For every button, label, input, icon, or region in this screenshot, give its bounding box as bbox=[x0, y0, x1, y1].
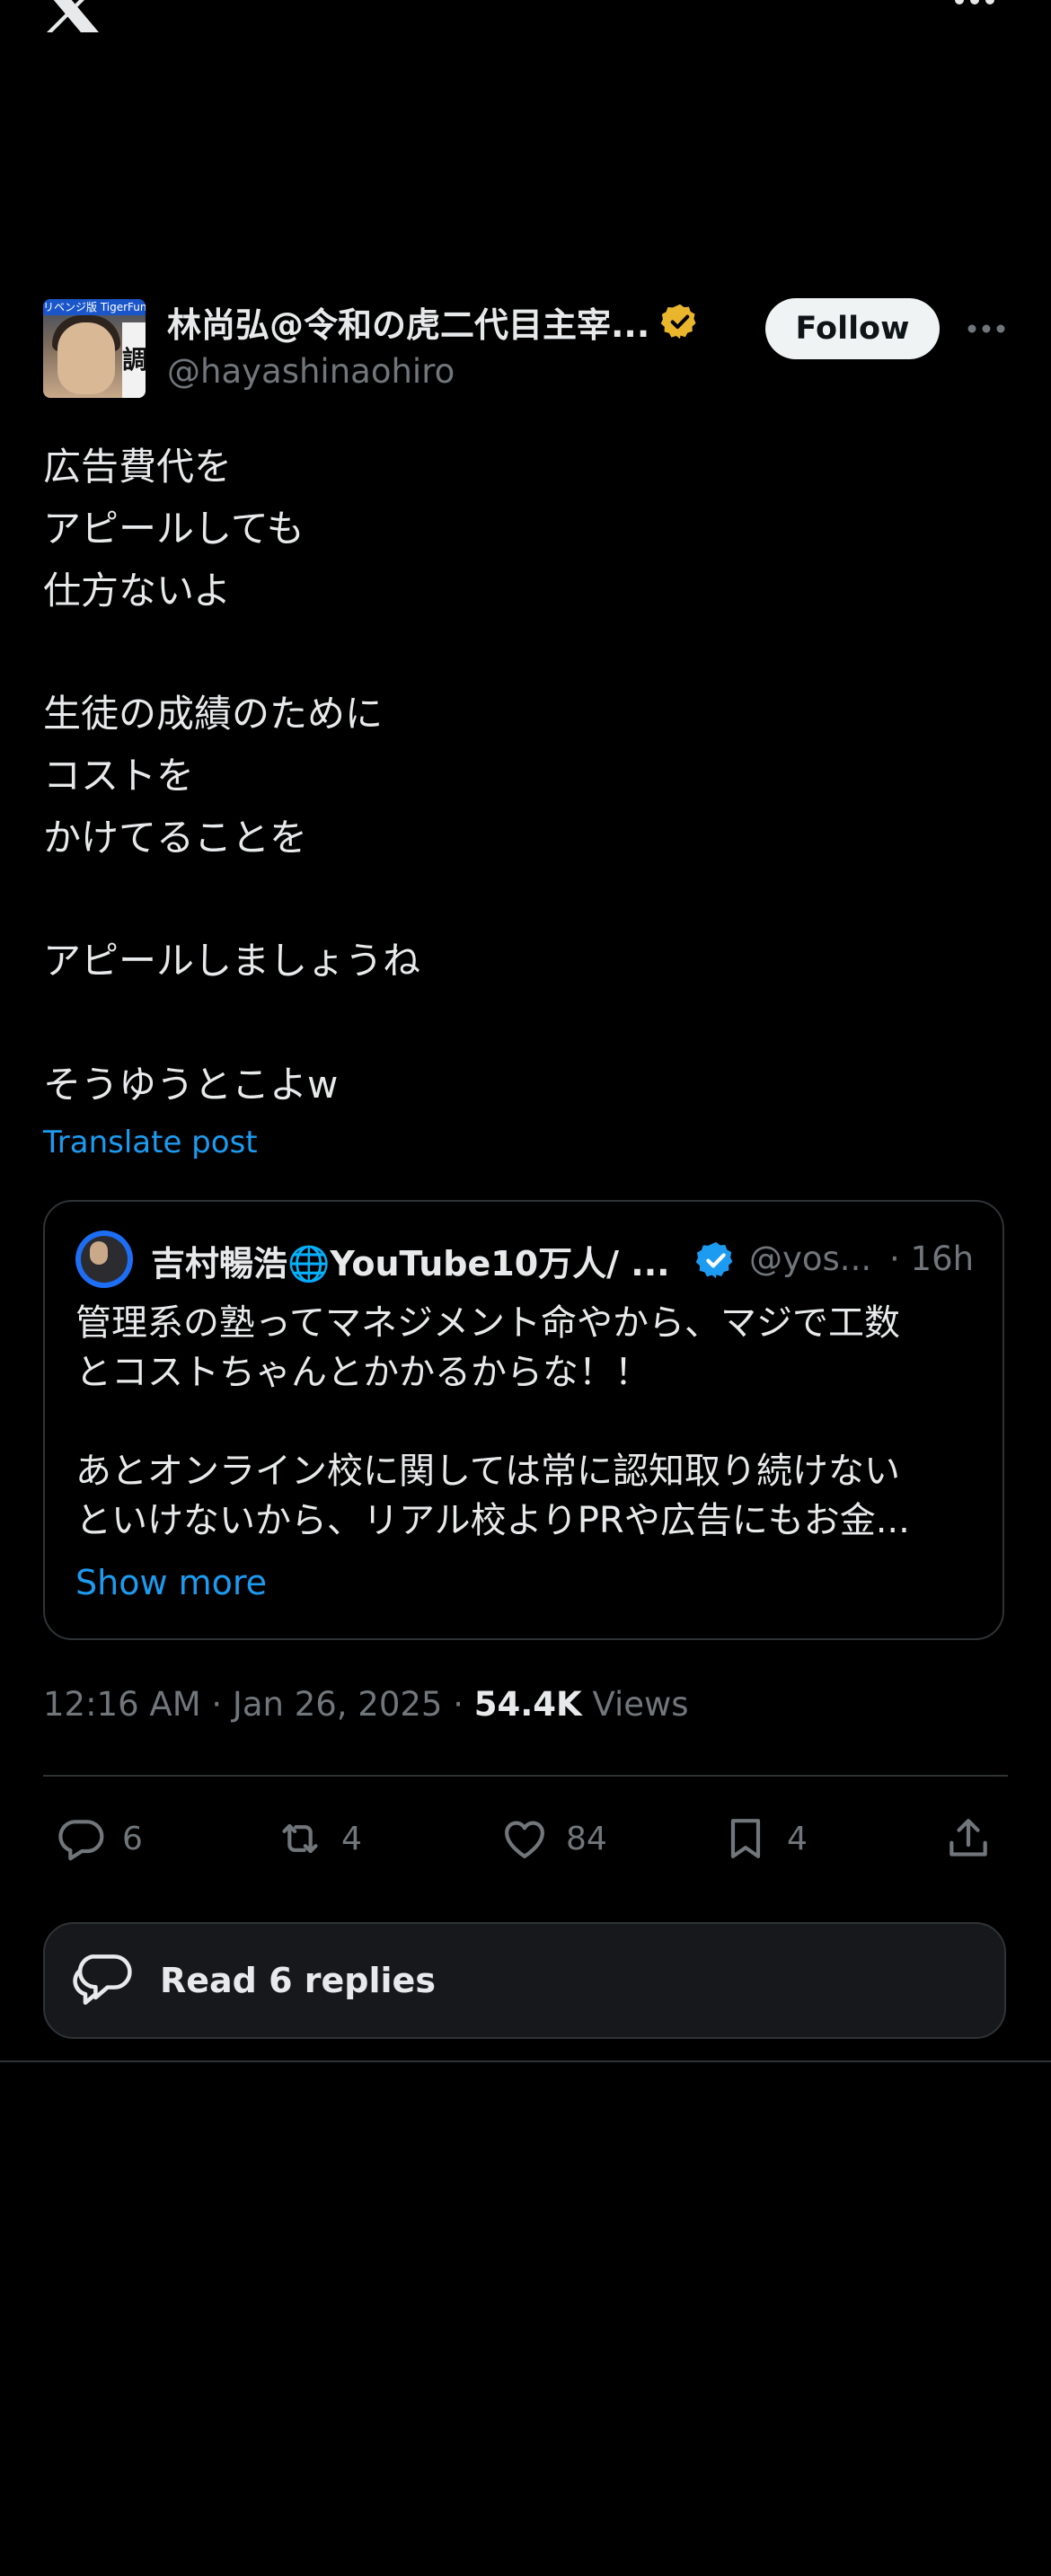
like-count: 84 bbox=[566, 1820, 607, 1857]
x-logo-icon[interactable] bbox=[40, 0, 102, 32]
quote-text: 管理系の塾ってマネジメント命やから、マジで工数 とコストちゃんとかかるからな！！… bbox=[75, 1302, 910, 1541]
author-avatar[interactable]: リベンジ版 TigerFunding 調 bbox=[43, 299, 146, 398]
more-options-icon[interactable] bbox=[965, 316, 1008, 341]
gold-verified-icon bbox=[661, 304, 696, 340]
top-more-icon[interactable] bbox=[954, 0, 995, 13]
read-replies-button[interactable]: Read 6 replies bbox=[43, 1922, 1006, 2039]
post-meta: 12:16 AM · Jan 26, 2025 · 54.4K Views bbox=[43, 1685, 689, 1724]
bookmark-count: 4 bbox=[787, 1820, 808, 1857]
quote-author-name: 吉村暢浩🌐YouTube10万人/ ... bbox=[151, 1244, 670, 1284]
divider bbox=[43, 1775, 1008, 1777]
avatar-face bbox=[57, 322, 115, 394]
replies-bubble-icon bbox=[73, 1954, 132, 2005]
show-more-link[interactable]: Show more bbox=[75, 1563, 267, 1602]
views-label: Views bbox=[581, 1685, 689, 1724]
bottom-divider bbox=[0, 2060, 1051, 2062]
views-count: 54.4K bbox=[473, 1685, 582, 1724]
avatar-banner: リベンジ版 TigerFunding bbox=[43, 299, 146, 315]
author-handle[interactable]: @hayashinaohiro bbox=[167, 352, 455, 391]
reply-count: 6 bbox=[122, 1820, 143, 1857]
bookmark-icon bbox=[730, 1819, 761, 1858]
share-icon bbox=[949, 1819, 987, 1857]
author-name[interactable]: 林尚弘@令和の虎二代目主宰... bbox=[167, 297, 649, 347]
like-button[interactable]: 84 bbox=[499, 1813, 607, 1865]
reply-button[interactable]: 6 bbox=[56, 1813, 143, 1865]
author-name-row[interactable]: 林尚弘@令和の虎二代目主宰... bbox=[167, 298, 700, 345]
quote-avatar[interactable] bbox=[75, 1231, 133, 1288]
translate-post-link[interactable]: Translate post bbox=[43, 1125, 258, 1160]
repost-button[interactable]: 4 bbox=[275, 1813, 362, 1865]
post-text: 広告費代を アピールしても 仕方ないよ 生徒の成績のために コストを かけてるこ… bbox=[43, 445, 421, 1107]
follow-button[interactable]: Follow bbox=[765, 298, 940, 359]
read-replies-label: Read 6 replies bbox=[160, 1961, 436, 2000]
avatar-side-text: 調 bbox=[122, 322, 146, 398]
reply-icon bbox=[58, 1820, 104, 1861]
post-timestamp[interactable]: 12:16 AM · Jan 26, 2025 · bbox=[43, 1685, 474, 1724]
blue-verified-icon bbox=[695, 1241, 733, 1279]
quote-timestamp: · 16h bbox=[889, 1239, 975, 1278]
bookmark-button[interactable]: 4 bbox=[720, 1813, 808, 1865]
share-button[interactable] bbox=[943, 1813, 994, 1865]
heart-icon bbox=[505, 1821, 544, 1858]
repost-count: 4 bbox=[341, 1820, 362, 1857]
quote-avatar-face bbox=[90, 1241, 108, 1265]
repost-icon bbox=[282, 1823, 318, 1854]
quote-author-handle: @yos... bbox=[749, 1239, 872, 1278]
